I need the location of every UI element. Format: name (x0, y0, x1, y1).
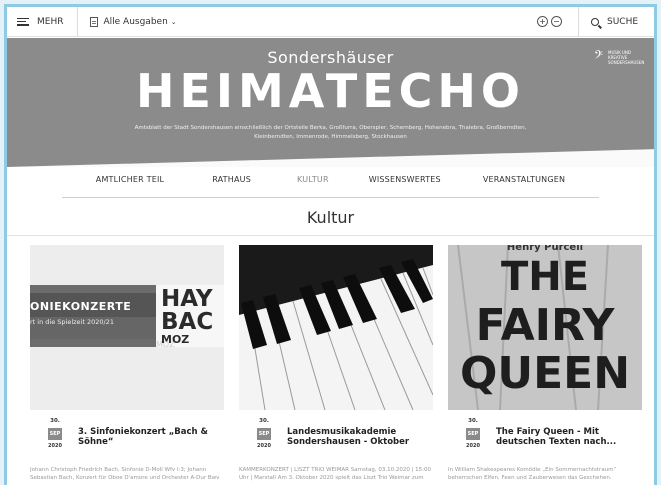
zoom-controls: + − (537, 16, 562, 27)
nav-item-wissenswertes[interactable]: WISSENSWERTES (369, 175, 441, 184)
card-meta: 30. SEP 2020 Landesmusikakademie Sonders… (239, 416, 433, 481)
date-year: 2020 (466, 443, 480, 449)
clef-icon: 𝄢 (593, 49, 603, 65)
card-teaser: In William Shakespeares Komödie „Ein Som… (448, 467, 617, 481)
nav-item-rathaus[interactable]: RATHAUS (212, 175, 251, 184)
fairy-image-line2: FAIRY (475, 300, 615, 351)
top-bar: MEHR Alle Ausgaben ⌄ + − SUCHE (7, 7, 654, 37)
date-badge: 30. SEP 2020 (462, 418, 484, 449)
nav-divider (62, 197, 599, 198)
date-day: 30. (468, 418, 478, 424)
concert-image-side1: HAY (161, 286, 213, 312)
card-title[interactable]: 3. Sinfoniekonzert „Bach & Söhne“ (78, 427, 220, 447)
article-card[interactable]: 30. SEP 2020 Landesmusikakademie Sonders… (239, 245, 433, 481)
search-button[interactable]: SUCHE (578, 7, 654, 37)
nav-item-veranstaltungen[interactable]: VERANSTALTUNGEN (483, 175, 565, 184)
date-day: 30. (50, 418, 60, 424)
search-label: SUCHE (607, 17, 639, 27)
section-title: Kultur (306, 208, 355, 227)
nav-item-kultur[interactable]: KULTUR (297, 175, 329, 184)
zoom-out-button[interactable]: − (551, 16, 562, 27)
card-title[interactable]: The Fairy Queen - Mit deutschen Texten n… (496, 427, 638, 447)
masthead-banner[interactable]: Sondershäuser HEIMATECHO Amtsblatt der S… (7, 38, 654, 167)
banner-subtitle: Amtsblatt der Stadt Sondershausen einsch… (134, 125, 527, 140)
section-divider (7, 235, 654, 236)
document-icon (90, 16, 99, 27)
zoom-in-button[interactable]: + (537, 16, 548, 27)
card-image-fairy-queen[interactable]: Henry Purcell THE FAIRY QUEEN (448, 245, 642, 410)
date-month: SEP (257, 428, 271, 440)
card-title[interactable]: Landesmusikakademie Sondershausen - Okto… (287, 427, 429, 447)
date-month: SEP (48, 428, 62, 440)
menu-label: MEHR (37, 16, 64, 27)
card-teaser: Johann Christoph Friedrich Bach, Sinfoni… (30, 467, 220, 481)
publisher-logo: 𝄢 MUSIK UND KREATIVE SONDERSHAUSEN (594, 50, 646, 65)
concert-image-line2: rt in die Spielzeit 2020/21 (30, 318, 114, 326)
fairy-image-line1: THE (500, 254, 590, 300)
article-card[interactable]: MOZ ONIEKONZERTE rt in die Spielzeit 202… (30, 245, 224, 481)
banner-title: HEIMATECHO (135, 64, 525, 118)
card-meta: 30. SEP 2020 3. Sinfoniekonzert „Bach & … (30, 416, 224, 481)
concert-image-side2: BAC (161, 309, 214, 335)
fairy-image-author: Henry Purcell (506, 245, 584, 253)
date-year: 2020 (257, 443, 271, 449)
main-nav: AMTLICHER TEIL RATHAUS KULTUR WISSENSWER… (7, 175, 654, 184)
logo-text: MUSIK UND KREATIVE SONDERSHAUSEN (608, 50, 645, 65)
card-image-concert[interactable]: MOZ ONIEKONZERTE rt in die Spielzeit 202… (30, 245, 224, 410)
card-image-piano[interactable] (239, 245, 433, 410)
page-frame: MEHR Alle Ausgaben ⌄ + − SUCHE Sondershä… (4, 4, 657, 485)
date-day: 30. (259, 418, 269, 424)
search-icon (591, 18, 599, 26)
date-badge: 30. SEP 2020 (44, 418, 66, 449)
date-year: 2020 (48, 443, 62, 449)
card-meta: 30. SEP 2020 The Fairy Queen - Mit deuts… (448, 416, 642, 481)
nav-item-amtlicher-teil[interactable]: AMTLICHER TEIL (96, 175, 164, 184)
date-month: SEP (466, 428, 480, 440)
date-badge: 30. SEP 2020 (253, 418, 275, 449)
fairy-image-line3: QUEEN (459, 348, 631, 399)
editions-dropdown[interactable]: Alle Ausgaben ⌄ (78, 7, 177, 36)
card-teaser: KAMMERKONZERT | LISZT TRIO WEIMAR Samsta… (239, 467, 432, 481)
editions-label: Alle Ausgaben (103, 16, 168, 27)
hamburger-icon (17, 17, 29, 26)
article-card[interactable]: Henry Purcell THE FAIRY QUEEN 30. SEP 20… (448, 245, 642, 481)
menu-button[interactable]: MEHR (7, 7, 79, 36)
banner-slant (7, 149, 654, 167)
concert-image-side3: MOZ (161, 333, 190, 346)
concert-image-line1: ONIEKONZERTE (30, 300, 132, 313)
chevron-down-icon: ⌄ (170, 17, 177, 26)
